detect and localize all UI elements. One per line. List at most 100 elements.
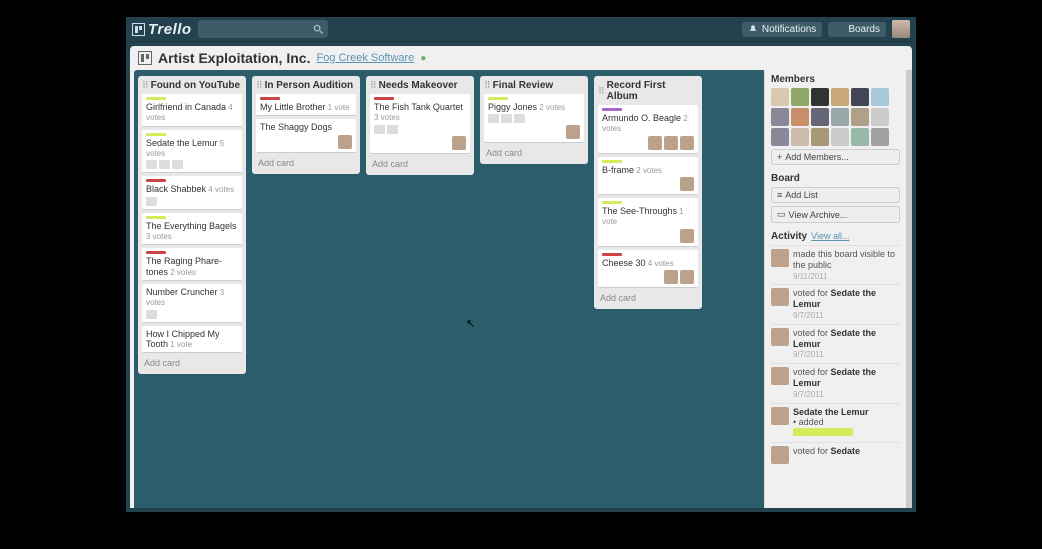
card-member-avatar[interactable]	[452, 136, 466, 150]
member-avatar[interactable]	[811, 88, 829, 106]
scrollbar[interactable]	[906, 70, 912, 508]
card-member-avatar[interactable]	[680, 270, 694, 284]
logo[interactable]: Trello	[132, 21, 192, 38]
card[interactable]: Girlfriend in Canada 4 votes	[142, 94, 242, 127]
card-member-avatar[interactable]	[566, 125, 580, 139]
add-list-button[interactable]: ≡ Add List	[771, 187, 900, 203]
card-title: Piggy Jones 2 votes	[488, 102, 580, 112]
activity-text: voted for Sedate	[793, 446, 860, 464]
activity-avatar[interactable]	[771, 288, 789, 306]
card-member-avatar[interactable]	[664, 136, 678, 150]
member-avatar[interactable]	[851, 88, 869, 106]
card[interactable]: Cheese 30 4 votes	[598, 250, 698, 288]
card-member-avatar[interactable]	[338, 135, 352, 149]
grip-icon[interactable]: ⠿	[256, 80, 262, 91]
card[interactable]: Armundo O. Beagle 2 votes	[598, 105, 698, 154]
boards-button[interactable]: Boards	[828, 22, 886, 37]
card-title: Armundo O. Beagle 2 votes	[602, 113, 694, 134]
notifications-button[interactable]: Notifications	[742, 22, 822, 37]
card-member-avatar[interactable]	[664, 270, 678, 284]
list-title[interactable]: Final Review	[493, 80, 584, 91]
member-avatar[interactable]	[871, 108, 889, 126]
card-label	[602, 108, 622, 111]
activity-avatar[interactable]	[771, 367, 789, 385]
add-members-button[interactable]: + Add Members...	[771, 149, 900, 165]
grip-icon[interactable]: ⠿	[484, 80, 490, 91]
card[interactable]: The Fish Tank Quartet 3 votes	[370, 94, 470, 154]
view-archive-button[interactable]: ▭ View Archive...	[771, 206, 900, 223]
activity-avatar[interactable]	[771, 328, 789, 346]
member-avatar[interactable]	[851, 108, 869, 126]
add-card-button[interactable]: Add card	[256, 156, 356, 170]
activity-item: voted for Sedate the Lemur9/7/2011	[771, 324, 900, 363]
card-badge	[374, 125, 385, 134]
member-avatar[interactable]	[831, 88, 849, 106]
card-title: My Little Brother 1 vote	[260, 102, 352, 112]
card-votes: 2 votes	[634, 166, 662, 175]
member-avatar[interactable]	[791, 128, 809, 146]
list: ⠿Needs Makeover The Fish Tank Quartet 3 v…	[366, 76, 474, 175]
member-avatar[interactable]	[871, 128, 889, 146]
activity-text: voted for Sedate the Lemur9/7/2011	[793, 367, 900, 399]
card-member-avatar[interactable]	[680, 229, 694, 243]
activity-avatar[interactable]	[771, 446, 789, 464]
member-avatar[interactable]	[811, 108, 829, 126]
member-avatar[interactable]	[871, 88, 889, 106]
card[interactable]: How I Chipped My Tooth 1 vote	[142, 326, 242, 354]
list-title[interactable]: Needs Makeover	[379, 80, 470, 91]
add-card-button[interactable]: Add card	[484, 146, 584, 160]
card-member-avatar[interactable]	[680, 136, 694, 150]
card[interactable]: Sedate the Lemur 5 votes	[142, 130, 242, 174]
activity-text: voted for Sedate the Lemur9/7/2011	[793, 328, 900, 360]
add-card-button[interactable]: Add card	[142, 356, 242, 370]
member-avatar[interactable]	[831, 108, 849, 126]
card-label	[602, 253, 622, 256]
card-member-avatar[interactable]	[648, 136, 662, 150]
list-title[interactable]: Found on YouTube	[151, 80, 242, 91]
card[interactable]: B-frame 2 votes	[598, 157, 698, 195]
member-avatar[interactable]	[771, 128, 789, 146]
card-label	[602, 201, 622, 204]
list-title[interactable]: In Person Audition	[265, 80, 356, 91]
grip-icon[interactable]: ⠿	[370, 80, 376, 91]
activity-item: Sedate the Lemur• added	[771, 403, 900, 442]
member-avatar[interactable]	[791, 88, 809, 106]
member-avatar[interactable]	[791, 108, 809, 126]
card[interactable]: The Raging Phare-tones 2 votes	[142, 248, 242, 281]
app-window: Trello Notifications Boards Artist Explo…	[126, 17, 916, 512]
view-all-link[interactable]: View all...	[811, 231, 849, 241]
card[interactable]: Black Shabbek 4 votes	[142, 176, 242, 209]
card[interactable]: My Little Brother 1 vote	[256, 94, 356, 116]
card-badge	[146, 310, 157, 319]
card[interactable]: The See-Throughs 1 vote	[598, 198, 698, 247]
list-title[interactable]: Record First Album	[607, 80, 698, 102]
add-card-button[interactable]: Add card	[598, 291, 698, 305]
visibility-icon[interactable]: ●	[420, 53, 426, 64]
add-card-button[interactable]: Add card	[370, 157, 470, 171]
member-avatar[interactable]	[771, 108, 789, 126]
card[interactable]: The Everything Bagels 3 votes	[142, 213, 242, 246]
card[interactable]: Piggy Jones 2 votes	[484, 94, 584, 143]
card[interactable]: Number Cruncher 3 votes	[142, 284, 242, 323]
grip-icon[interactable]: ⠿	[142, 80, 148, 91]
card-title: The Shaggy Dogs	[260, 122, 352, 132]
card-votes: 1 vote	[602, 207, 684, 226]
member-avatar[interactable]	[771, 88, 789, 106]
board-org-link[interactable]: Fog Creek Software	[316, 52, 414, 64]
member-avatar[interactable]	[811, 128, 829, 146]
grip-icon[interactable]: ⠿	[598, 86, 604, 97]
user-avatar[interactable]	[892, 20, 910, 38]
card-label	[602, 160, 622, 163]
members-heading: Members	[771, 74, 900, 85]
search-input[interactable]	[198, 20, 328, 38]
activity-avatar[interactable]	[771, 407, 789, 425]
card-label	[260, 97, 280, 100]
activity-avatar[interactable]	[771, 249, 789, 267]
card-votes: 2 votes	[168, 268, 196, 277]
card-label	[146, 216, 166, 219]
board-title: Artist Exploitation, Inc.	[158, 50, 310, 66]
member-avatar[interactable]	[851, 128, 869, 146]
card-member-avatar[interactable]	[680, 177, 694, 191]
card[interactable]: The Shaggy Dogs	[256, 119, 356, 152]
member-avatar[interactable]	[831, 128, 849, 146]
